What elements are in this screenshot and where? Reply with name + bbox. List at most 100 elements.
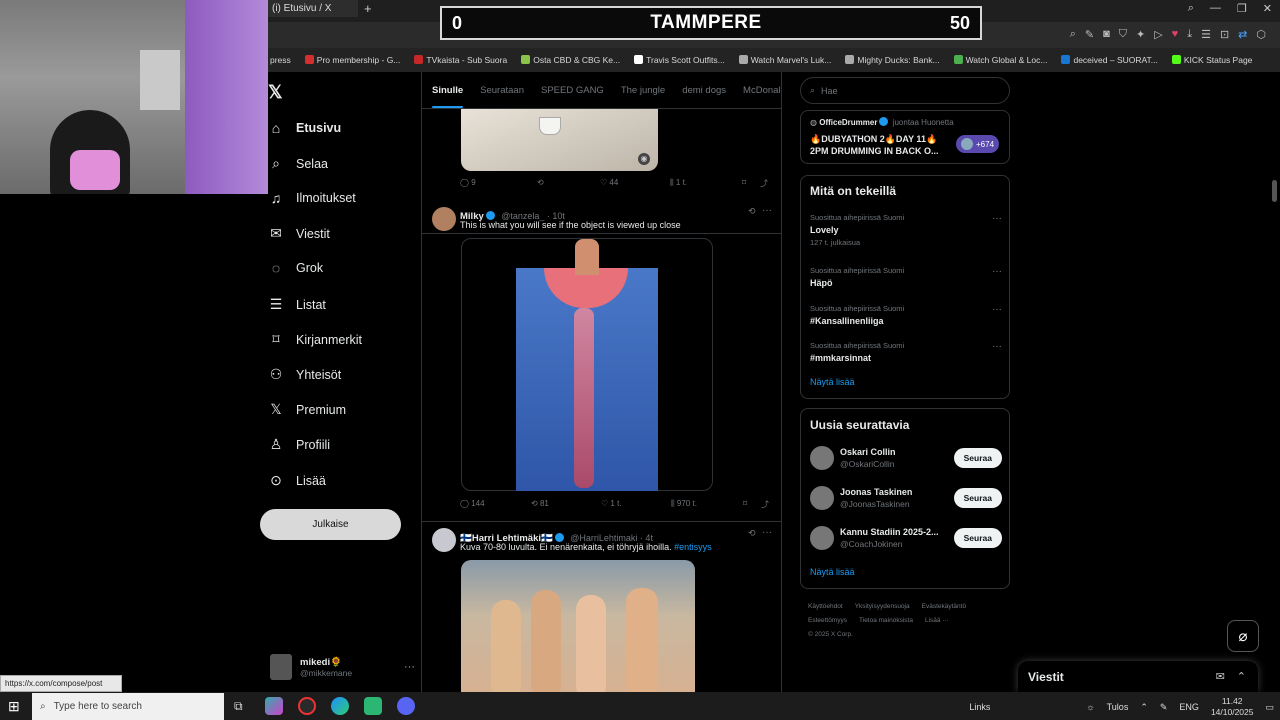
reply-icon[interactable]: ◯ 144 [460,499,531,510]
follow-suggestion[interactable]: Oskari Collin @OskariCollin Seuraa [810,444,1002,472]
footer-link[interactable]: Lisää ··· [925,617,949,624]
shield-icon[interactable]: ⛉ [1119,28,1127,41]
nav-item-kirjanmerkit[interactable]: ⌑ Kirjanmerkit [268,331,362,348]
search-icon[interactable]: ⌕ [1188,2,1194,15]
live-space-card[interactable]: ◍ OfficeDrummer juontaa Huonetta 🔥DUBYAT… [800,110,1010,164]
more-dots-icon[interactable]: ··· [992,266,1002,277]
bookmark-icon[interactable]: ⌑ [742,178,760,189]
browser-tab-active[interactable]: (i) Etusivu / X [268,0,358,17]
views-icon[interactable]: ⫼ 1 t. [670,178,742,189]
chevron-up-icon[interactable]: ⌃ [1140,702,1148,713]
messages-drawer[interactable]: Viestit ✉ ⌃ [1018,661,1258,692]
nav-item-lisää[interactable]: ⊙ Lisää [268,472,326,489]
footer-link[interactable]: Yksityisyydensuoja [855,603,910,610]
minimize-icon[interactable]: — [1210,2,1221,15]
avatar[interactable] [810,446,834,470]
avatar[interactable] [810,526,834,550]
bookmark-item[interactable]: deceived – SUORAT... [1061,55,1158,65]
tweet-video[interactable] [461,238,713,491]
footer-link[interactable]: Tietoa mainoksista [859,617,913,624]
windows-start-icon[interactable]: ⊞ [8,698,20,715]
trend-item[interactable]: Suosittua aihepiirissä Suomi Lovely 127 t.… [810,213,1002,247]
extension-icon[interactable]: ✦ [1136,28,1145,41]
bookmark-item[interactable]: Pro membership - G... [304,55,400,65]
avatar[interactable] [810,486,834,510]
play-icon[interactable]: ▷ [1154,28,1162,41]
app-icon[interactable] [364,697,382,715]
nav-item-profiili[interactable]: ♙ Profiili [268,436,330,453]
notifications-icon[interactable]: ▭ [1265,702,1274,713]
bookmark-item[interactable]: Watch Marvel's Luk... [738,55,831,65]
weather-icon[interactable]: ☼ [1086,702,1094,712]
close-icon[interactable]: ✕ [1263,2,1272,15]
feed-tab[interactable]: Seurataan [480,85,524,96]
scrollbar[interactable] [1272,180,1277,202]
bookmark-item[interactable]: Travis Scott Outfits... [634,55,725,65]
download-icon[interactable]: ⤓ [1187,28,1192,41]
reply-icon[interactable]: ◯ 9 [460,178,537,189]
bookmark-item[interactable]: press [270,55,291,65]
bookmark-item[interactable]: Watch Global & Loc... [953,55,1047,65]
trend-item[interactable]: Suosittua aihepiirissä Suomi #Kansallinen… [810,304,1002,326]
opera-app-icon[interactable] [298,697,316,715]
x-logo-icon[interactable]: 𝕏 [268,82,283,103]
cube-icon[interactable]: ⬡ [1256,28,1266,41]
lock-icon[interactable]: ⊡ [1220,28,1229,41]
footer-link[interactable]: Käyttöehdot [808,603,843,610]
nav-item-selaa[interactable]: ⌕ Selaa [268,155,328,172]
follow-suggestion[interactable]: Kannu Stadiin 2025-2... @CoachJokinen Seur… [810,524,1002,552]
nav-item-premium[interactable]: 𝕏 Premium [268,401,346,418]
bookmark-item[interactable]: Mighty Ducks: Bank... [845,55,940,65]
pen-icon[interactable]: ✎ [1160,702,1168,713]
more-dots-icon[interactable]: ··· [762,205,772,216]
edit-icon[interactable]: ✎ [1085,28,1094,41]
footer-link[interactable]: Evästekäytäntö [922,603,966,610]
trend-item[interactable]: Suosittua aihepiirissä Suomi Häpö ··· [810,266,1002,288]
repost-icon[interactable]: ⟲ [537,178,600,189]
edge-app-icon[interactable] [331,697,349,715]
nav-item-ilmoitukset[interactable]: ♫ Ilmoitukset [268,190,356,206]
feed-tab[interactable]: Sinulle [432,85,464,108]
grok-icon[interactable]: ⟲ [748,528,756,539]
task-view-icon[interactable]: ⧉ [234,699,243,714]
weather-text[interactable]: Tulos [1107,702,1129,712]
bookmark-item[interactable]: Osta CBD & CBG Ke... [521,55,620,65]
search-input[interactable]: ⌕ Hae [800,77,1010,104]
share-icon[interactable]: ⤴ [761,499,769,510]
repost-icon[interactable]: ⟲ 81 [531,499,601,510]
grok-icon[interactable]: ⌀ [1227,620,1259,652]
share-icon[interactable]: ⤴ [760,178,768,189]
discord-app-icon[interactable] [397,697,415,715]
language-indicator[interactable]: ENG [1179,702,1199,712]
post-button[interactable]: Julkaise [260,509,401,540]
more-dots-icon[interactable]: ··· [762,527,772,538]
expand-icon[interactable]: ⌃ [1237,670,1246,683]
hashtag-link[interactable]: #entisyys [674,542,712,552]
clock[interactable]: 11.42 14/10/2025 [1211,696,1254,718]
views-icon[interactable]: ⫼ 970 t. [671,499,743,510]
follow-suggestion[interactable]: Joonas Taskinen @JoonasTaskinen Seuraa [810,484,1002,512]
copilot-app-icon[interactable] [265,697,283,715]
like-icon[interactable]: ♡ 44 [600,178,670,189]
taskbar-search-input[interactable]: ⌕ Type here to search [32,693,224,720]
nav-item-listat[interactable]: ☰ Listat [268,296,326,313]
show-more-link[interactable]: Näytä lisää [810,567,855,577]
camera-icon[interactable]: ◙ [1103,28,1110,41]
more-dots-icon[interactable]: ··· [992,213,1002,224]
avatar[interactable] [432,528,456,552]
more-dots-icon[interactable]: ··· [404,661,415,673]
like-icon[interactable]: ♡ 1 t. [601,499,671,510]
follow-button[interactable]: Seuraa [953,528,1002,548]
heart-icon[interactable]: ♥ [1172,28,1179,41]
bookmark-icon[interactable]: ⌑ [743,499,761,510]
bookmark-item[interactable]: KICK Status Page [1171,55,1252,65]
feed-tab[interactable]: McDonald [743,85,781,96]
feed-tab[interactable]: demi dogs [682,85,726,96]
translate-icon[interactable]: ⇄ [1238,28,1247,41]
account-switcher[interactable]: mikedi🌻 @mikkemane ··· [270,650,415,684]
feed-tab[interactable]: The jungle [621,85,665,96]
follow-button[interactable]: Seuraa [953,448,1002,468]
tweet-image[interactable] [461,560,695,692]
nav-item-viestit[interactable]: ✉ Viestit [268,225,330,242]
menu-icon[interactable]: ☰ [1201,28,1211,41]
